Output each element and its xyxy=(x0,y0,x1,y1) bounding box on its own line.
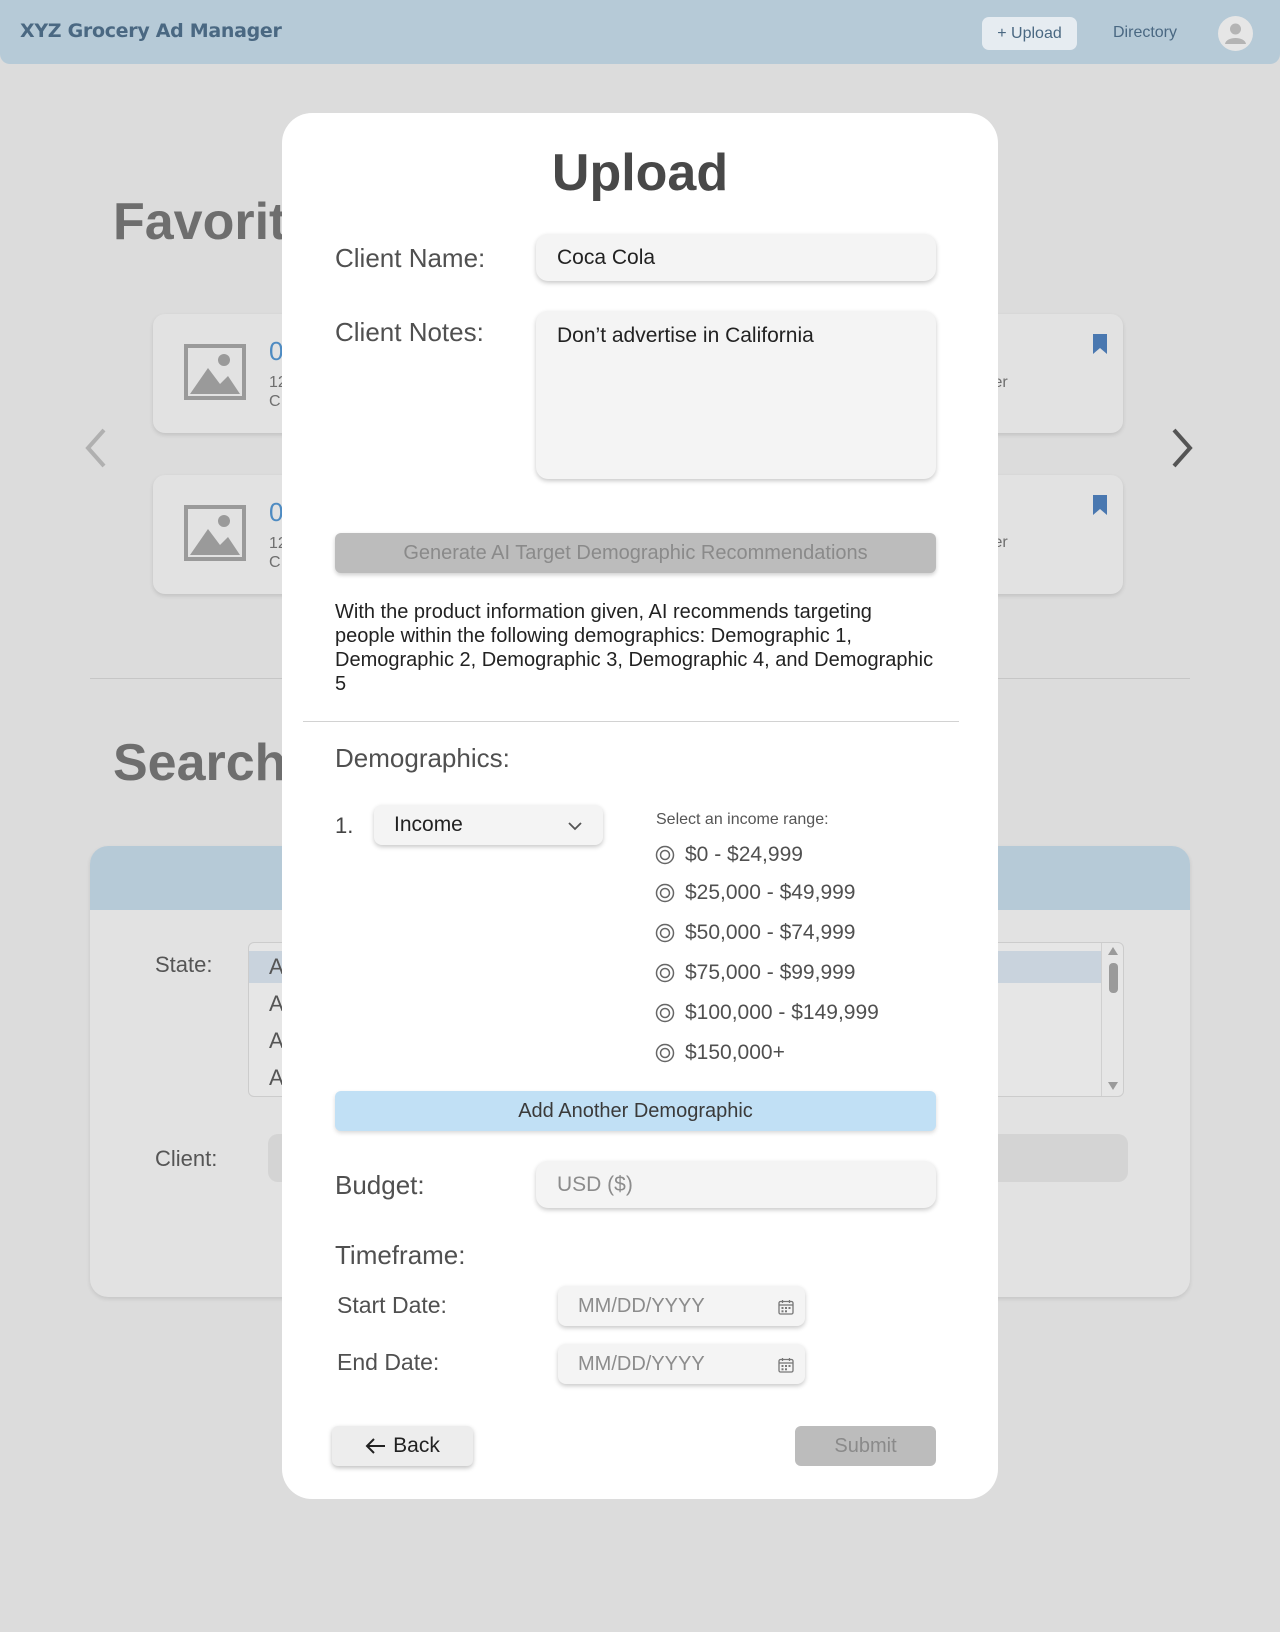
calendar-icon[interactable] xyxy=(778,1298,794,1321)
demographics-label: Demographics: xyxy=(335,743,510,773)
income-radio-label: $100,000 - $149,999 xyxy=(685,1001,879,1024)
client-notes-label: Client Notes: xyxy=(335,317,484,347)
ai-recommendation-text: With the product information given, AI r… xyxy=(335,601,934,695)
client-notes-textarea[interactable]: Don’t advertise in California xyxy=(536,311,936,479)
budget-label: Budget: xyxy=(335,1170,425,1200)
app-brand[interactable]: XYZ Grocery Ad Manager xyxy=(20,20,282,42)
bookmark-icon[interactable] xyxy=(1092,495,1108,520)
income-radio-label: $25,000 - $49,999 xyxy=(685,881,856,904)
back-button[interactable]: Back xyxy=(332,1426,473,1466)
income-radio-label: $50,000 - $74,999 xyxy=(685,921,856,944)
end-date-input[interactable]: MM/DD/YYYY xyxy=(558,1344,805,1384)
user-avatar-icon[interactable] xyxy=(1218,16,1253,51)
modal-title: Upload xyxy=(551,144,729,202)
budget-input[interactable]: USD ($) xyxy=(536,1161,936,1208)
radio-icon[interactable] xyxy=(655,1043,675,1063)
income-radio-option[interactable]: $100,000 - $149,999 xyxy=(655,1000,879,1026)
add-demographic-button[interactable]: Add Another Demographic xyxy=(335,1091,936,1131)
upload-button[interactable]: + Upload xyxy=(982,17,1077,50)
card-detail: C xyxy=(269,554,281,571)
top-navbar: XYZ Grocery Ad Manager + Upload Director… xyxy=(0,0,1280,64)
state-label: State: xyxy=(155,952,213,977)
radio-icon[interactable] xyxy=(655,845,675,865)
client-name-input[interactable]: Coca Cola xyxy=(536,234,936,281)
start-date-placeholder: MM/DD/YYYY xyxy=(578,1294,705,1317)
image-icon xyxy=(184,344,246,405)
start-date-label: Start Date: xyxy=(337,1292,447,1318)
income-radio-option[interactable]: $0 - $24,999 xyxy=(655,842,803,868)
end-date-placeholder: MM/DD/YYYY xyxy=(578,1352,705,1375)
search-heading: Search xyxy=(113,734,287,792)
client-label: Client: xyxy=(155,1146,218,1171)
income-radio-option[interactable]: $75,000 - $99,999 xyxy=(655,960,855,986)
income-radio-label: $0 - $24,999 xyxy=(685,843,803,866)
radio-icon[interactable] xyxy=(655,883,675,903)
demographic-type-select[interactable]: Income xyxy=(374,805,603,845)
generate-ai-recommendations-button[interactable]: Generate AI Target Demographic Recommend… xyxy=(335,533,936,573)
directory-link[interactable]: Directory xyxy=(1113,24,1177,42)
income-radio-label: $150,000+ xyxy=(685,1041,785,1064)
calendar-icon[interactable] xyxy=(778,1356,794,1379)
chevron-left-icon[interactable] xyxy=(84,428,108,473)
back-button-label: Back xyxy=(393,1434,440,1457)
modal-divider xyxy=(303,721,959,722)
favorites-heading: Favorit xyxy=(113,193,287,251)
income-range-prompt: Select an income range: xyxy=(656,811,829,828)
arrow-left-icon xyxy=(365,1438,386,1454)
chevron-down-icon xyxy=(567,816,583,840)
income-radio-option[interactable]: $50,000 - $74,999 xyxy=(655,920,855,946)
client-name-label: Client Name: xyxy=(335,243,486,273)
radio-icon[interactable] xyxy=(655,1003,675,1023)
upload-modal: Upload Client Name: Coca Cola Client Not… xyxy=(282,113,998,1499)
start-date-input[interactable]: MM/DD/YYYY xyxy=(558,1286,805,1326)
income-radio-label: $75,000 - $99,999 xyxy=(685,961,856,984)
submit-button[interactable]: Submit xyxy=(795,1426,936,1466)
state-list-scrollbar[interactable] xyxy=(1101,943,1123,1096)
bookmark-icon[interactable] xyxy=(1092,334,1108,359)
radio-icon[interactable] xyxy=(655,963,675,983)
demographic-number: 1. xyxy=(335,813,354,838)
timeframe-label: Timeframe: xyxy=(335,1240,466,1270)
radio-icon[interactable] xyxy=(655,923,675,943)
image-icon xyxy=(184,505,246,566)
card-detail: C xyxy=(269,393,281,410)
income-radio-option[interactable]: $150,000+ xyxy=(655,1040,785,1066)
chevron-right-icon[interactable] xyxy=(1170,428,1194,473)
income-radio-option[interactable]: $25,000 - $49,999 xyxy=(655,880,855,906)
demographic-type-value: Income xyxy=(394,813,463,836)
end-date-label: End Date: xyxy=(337,1349,440,1375)
